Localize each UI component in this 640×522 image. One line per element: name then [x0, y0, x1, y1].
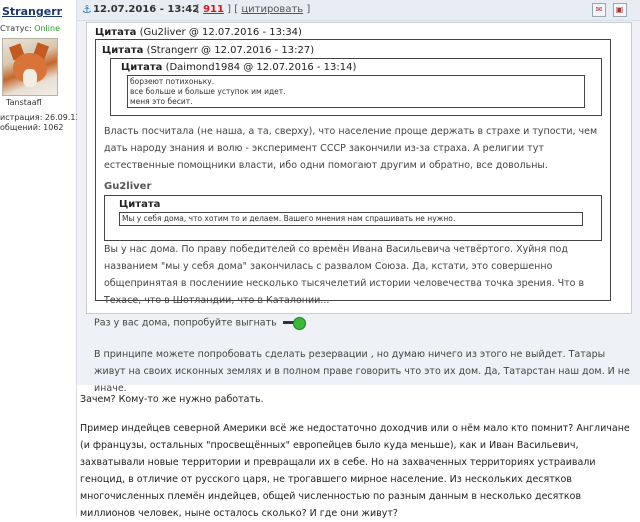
profile-icon[interactable]: ▣: [612, 3, 627, 17]
post-date: 12.07.2016 - 13:42: [93, 4, 200, 15]
user-nickname: Tanstaafl: [6, 98, 42, 107]
raz-text: Раз у вас дома, попробуйте выгнать: [94, 317, 277, 329]
quote-paragraph: В принципе можете попробовать сделать ре…: [94, 349, 630, 394]
quote-header: Цитата: [119, 199, 161, 210]
username-link[interactable]: Strangerr: [2, 5, 62, 18]
user-stats: истрация: 26.09.13 общений: 1062: [0, 113, 81, 133]
post-text: Зачем? Кому-то же нужно работать.: [80, 394, 264, 405]
user-panel: Strangerr Статус: Online Tanstaafl истра…: [0, 0, 81, 517]
quote-gu2liver: Цитата (Gu2liver @ 12.07.2016 - 13:34) Ц…: [86, 22, 632, 314]
quote-author: Gu2liver: [104, 181, 152, 192]
quote-daimond: Цитата (Daimond1984 @ 12.07.2016 - 13:14…: [110, 58, 602, 116]
quote-line: борзеют потихоньку.: [130, 77, 215, 86]
post-text: Пример индейцев северной Америки всё же …: [80, 423, 630, 519]
post-header: ⚓ 12.07.2016 - 13:42 [ 911 ] [ цитироват…: [77, 0, 640, 21]
quote-header: Цитата (Daimond1984 @ 12.07.2016 - 13:14…: [121, 62, 357, 73]
post-count: общений: 1062: [0, 123, 64, 132]
smiley-face: [292, 317, 306, 330]
quote-paragraph: Вы у нас дома. По праву победителей со в…: [104, 244, 585, 306]
user-status: Статус: Online: [0, 24, 60, 33]
registration-date: истрация: 26.09.13: [0, 113, 81, 122]
header-icons: ✉ ▣: [589, 3, 627, 17]
quote-header: Цитата (Strangerr @ 12.07.2016 - 13:27): [102, 45, 315, 56]
status-label: Статус:: [0, 24, 32, 33]
quote-line: все больше и больше уступок им идет.: [130, 87, 286, 96]
post-links: [ 911 ] [ цитировать ]: [196, 4, 310, 15]
bracket: ]: [306, 4, 311, 15]
quote-line: меня это бесит.: [130, 97, 193, 106]
status-online: Online: [34, 24, 60, 33]
quote-paragraph: Раз у вас дома, попробуйте выгнать: [94, 317, 306, 330]
anchor-icon[interactable]: ⚓: [82, 3, 92, 16]
quote-link[interactable]: цитировать: [241, 4, 303, 15]
avatar[interactable]: [2, 38, 58, 96]
post-number-link[interactable]: 911: [203, 4, 224, 15]
quote-text-box: борзеют потихоньку. все больше и больше …: [127, 75, 585, 108]
gun-smiley-icon: [282, 317, 306, 330]
quote-paragraph: Власть посчитала (не наша, а та, сверху)…: [104, 126, 598, 171]
report-icon[interactable]: ✉: [592, 3, 606, 17]
quote-inner: Цитата Мы у себя дома, что хотим то и де…: [104, 195, 602, 241]
bracket: ] [: [227, 4, 239, 15]
quote-text-box: Мы у себя дома, что хотим то и делаем. В…: [119, 212, 583, 226]
quote-strangerr: Цитата (Strangerr @ 12.07.2016 - 13:27) …: [95, 39, 611, 306]
bracket: [: [196, 4, 200, 15]
quote-header: Цитата (Gu2liver @ 12.07.2016 - 13:34): [95, 27, 302, 38]
fox-snout: [23, 69, 37, 87]
